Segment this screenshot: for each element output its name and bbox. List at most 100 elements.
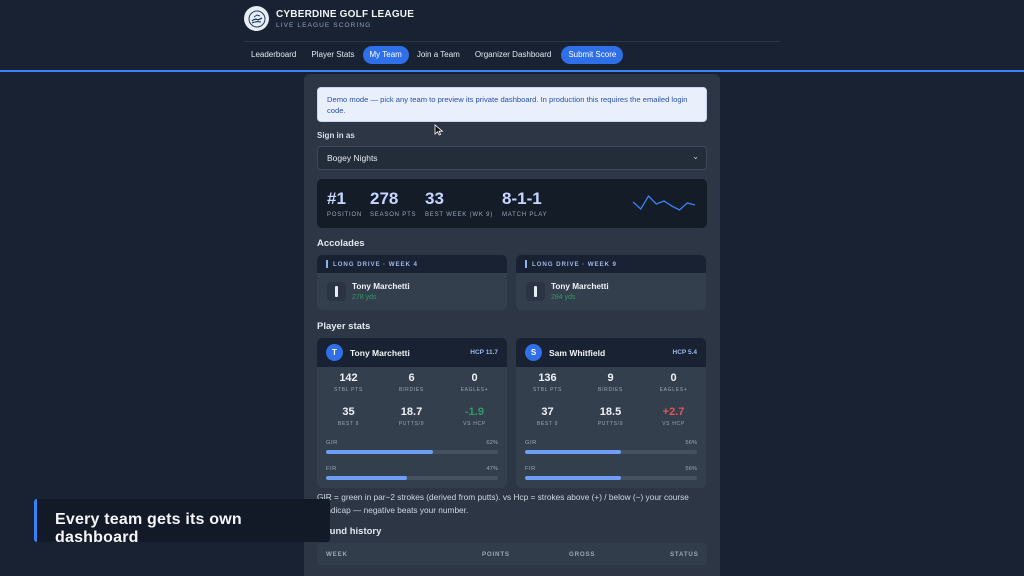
avatar: T xyxy=(326,344,343,361)
accolade-card: LONG DRIVE · WEEK 9 Tony Marchetti 284 y… xyxy=(516,255,706,310)
column-header: STATUS xyxy=(670,551,699,558)
column-header: POINTS xyxy=(482,551,510,558)
stat-label: BIRDIES xyxy=(598,387,623,393)
season-pts-value: 278 xyxy=(370,189,399,208)
player-card: T Tony Marchetti HCP 11.7 142 STBL PTS 6 B… xyxy=(317,338,507,488)
stat-label: VS HCP xyxy=(463,421,486,427)
app-title: CYBERDINE GOLF LEAGUE xyxy=(276,8,415,20)
player-name: Sam Whitfield xyxy=(549,348,606,358)
stat-value: 6 xyxy=(408,372,415,384)
best-9-stat: 35 BEST 9 xyxy=(317,406,380,427)
match-play-label: MATCH PLAY xyxy=(502,212,548,218)
stat-value: -1.9 xyxy=(465,406,484,418)
player-name: Tony Marchetti xyxy=(350,348,410,358)
season-pts-label: SEASON PTS xyxy=(370,212,417,218)
putts-9-stat: 18.5 PUTTS/9 xyxy=(579,406,642,427)
stat-label: PUTTS/9 xyxy=(597,421,624,427)
accent-bar xyxy=(525,260,527,268)
gir-bar: GIR 56% xyxy=(525,440,697,454)
stat-value: 18.5 xyxy=(599,406,622,418)
fir-fill xyxy=(525,476,622,480)
fir-bar: FIR 47% xyxy=(326,466,498,480)
stats-footnote: GIR = green in par−2 strokes (derived fr… xyxy=(317,492,689,515)
gir-bar: GIR 62% xyxy=(326,440,498,454)
accolade-player: Tony Marchetti xyxy=(551,282,609,291)
stat-value: 0 xyxy=(471,372,478,384)
best-9-stat: 37 BEST 9 xyxy=(516,406,579,427)
avatar: S xyxy=(525,344,542,361)
stat-label: STBL PTS xyxy=(532,387,563,393)
stbl-pts-stat: 142 STBL PTS xyxy=(317,372,380,393)
accolades-heading: Accolades xyxy=(317,238,365,249)
gir-fill xyxy=(525,450,622,454)
player-stats-heading: Player stats xyxy=(317,321,371,332)
eagles-stat: 0 EAGLES+ xyxy=(443,372,506,393)
stat-label: BIRDIES xyxy=(399,387,424,393)
team-select[interactable]: Bogey Nights ⌄ xyxy=(317,146,707,170)
demo-notice: Demo mode — pick any team to preview its… xyxy=(317,87,707,122)
golf-tee-icon xyxy=(526,282,545,301)
signin-label: Sign in as xyxy=(317,131,355,140)
nav-player-stats[interactable]: Player Stats xyxy=(304,46,361,64)
stat-value: 136 xyxy=(538,372,557,384)
handicap-badge: HCP 5.4 xyxy=(672,349,697,356)
stat-label: EAGLES+ xyxy=(659,387,688,393)
mouse-cursor-icon xyxy=(434,124,444,136)
nav-organizer-dashboard[interactable]: Organizer Dashboard xyxy=(468,46,558,64)
handicap-badge: HCP 11.7 xyxy=(470,349,498,356)
best-week-label: BEST WEEK (WK 9) xyxy=(425,212,494,218)
season-pts-stat: 278 SEASON PTS xyxy=(370,189,416,218)
column-header: GROSS xyxy=(569,551,596,558)
round-history-table-header: WEEK POINTS GROSS STATUS xyxy=(317,543,707,565)
stat-label: STBL PTS xyxy=(333,387,364,393)
stat-label: VS HCP xyxy=(662,421,685,427)
stat-value: 18.7 xyxy=(400,406,423,418)
stbl-pts-stat: 136 STBL PTS xyxy=(516,372,579,393)
position-label: POSITION xyxy=(327,212,363,218)
column-header: WEEK xyxy=(326,551,348,558)
match-play-stat: 8-1-1 MATCH PLAY xyxy=(502,189,547,218)
stat-value: +2.7 xyxy=(662,406,685,418)
best-week-value: 33 xyxy=(425,189,444,208)
stat-label: PUTTS/9 xyxy=(398,421,425,427)
accolade-distance: 284 yds xyxy=(551,294,576,301)
birdies-stat: 9 BIRDIES xyxy=(579,372,642,393)
gir-label: GIR xyxy=(525,440,537,446)
birdies-stat: 6 BIRDIES xyxy=(380,372,443,393)
nav-leaderboard[interactable]: Leaderboard xyxy=(244,46,303,64)
accolade-title: LONG DRIVE · WEEK 9 xyxy=(532,261,617,268)
position-value: #1 xyxy=(327,189,346,208)
weekly-points-sparkline xyxy=(632,194,696,211)
team-summary: #1 POSITION 278 SEASON PTS 33 BEST WEEK … xyxy=(317,179,707,228)
brand[interactable]: CYBERDINE GOLF LEAGUE LIVE LEAGUE SCORIN… xyxy=(244,6,414,31)
stat-value: 35 xyxy=(342,406,355,418)
stat-value: 9 xyxy=(607,372,614,384)
accent-bar xyxy=(326,260,328,268)
vs-hcp-stat: -1.9 VS HCP xyxy=(443,406,506,427)
fir-label: FIR xyxy=(326,466,337,472)
main-nav: Leaderboard Player Stats My Team Join a … xyxy=(244,46,624,64)
submit-score-button[interactable]: Submit Score xyxy=(561,46,624,64)
fir-percent: 47% xyxy=(486,466,498,472)
putts-9-stat: 18.7 PUTTS/9 xyxy=(380,406,443,427)
top-bar: CYBERDINE GOLF LEAGUE LIVE LEAGUE SCORIN… xyxy=(0,0,1024,72)
nav-my-team[interactable]: My Team xyxy=(362,46,409,64)
chevron-down-icon: ⌄ xyxy=(692,152,699,161)
fir-fill xyxy=(326,476,407,480)
golf-tee-icon xyxy=(327,282,346,301)
stat-value: 142 xyxy=(339,372,358,384)
accolade-card: LONG DRIVE · WEEK 4 Tony Marchetti 278 y… xyxy=(317,255,507,310)
my-team-panel: Demo mode — pick any team to preview its… xyxy=(304,74,720,576)
golf-hand-logo-icon xyxy=(244,6,269,31)
feature-caption: Every team gets its own dashboard xyxy=(34,499,330,546)
nav-join-a-team[interactable]: Join a Team xyxy=(410,46,467,64)
vs-hcp-stat: +2.7 VS HCP xyxy=(642,406,705,427)
accolade-title: LONG DRIVE · WEEK 4 xyxy=(333,261,418,268)
player-card: S Sam Whitfield HCP 5.4 136 STBL PTS 9 BIR… xyxy=(516,338,706,488)
app-subtitle: LIVE LEAGUE SCORING xyxy=(276,21,372,29)
fir-bar: FIR 56% xyxy=(525,466,697,480)
stat-value: 37 xyxy=(541,406,554,418)
stat-label: BEST 9 xyxy=(337,421,360,427)
gir-percent: 62% xyxy=(486,440,498,446)
match-play-value: 8-1-1 xyxy=(502,189,542,208)
